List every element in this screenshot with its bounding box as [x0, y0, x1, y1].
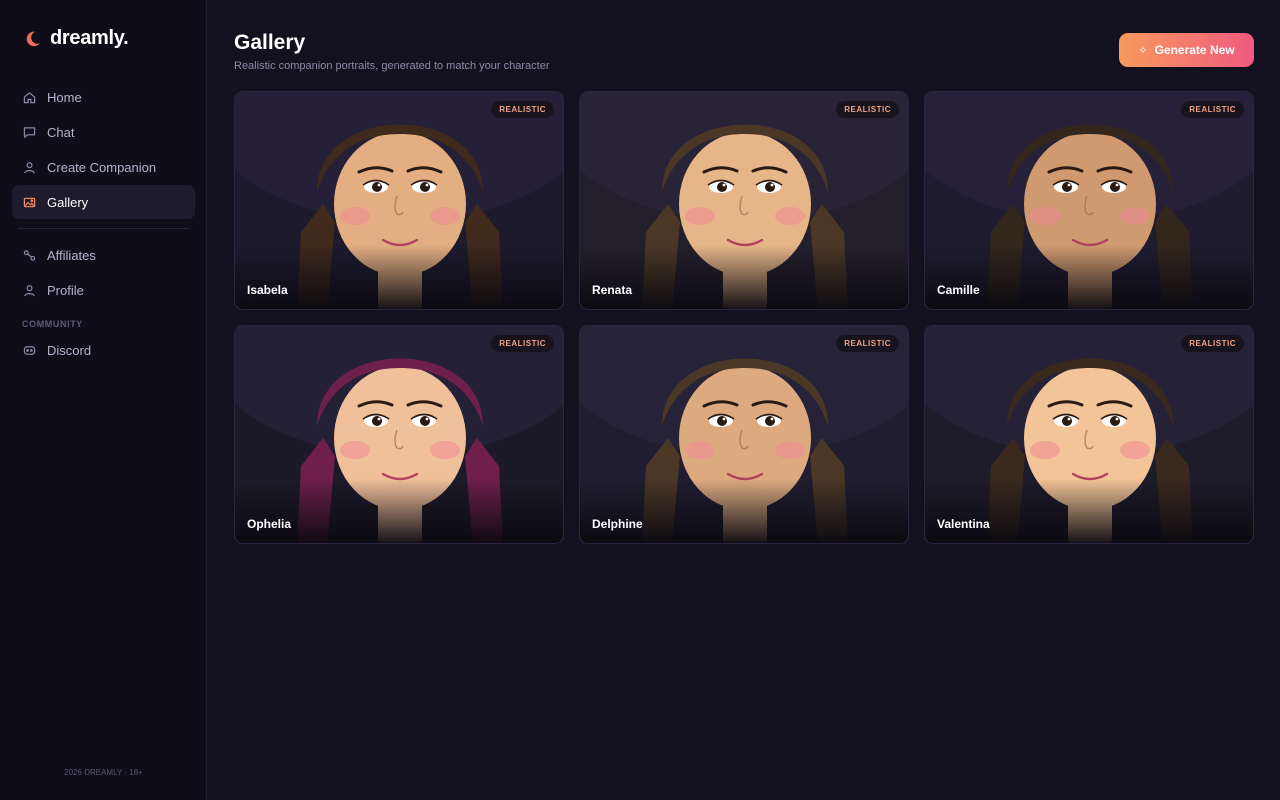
- sidebar-item-gallery[interactable]: Gallery: [12, 185, 195, 219]
- cheek-right: [430, 207, 460, 225]
- gallery-card[interactable]: REALISTIC Camille: [924, 91, 1254, 310]
- pupil: [1110, 182, 1120, 192]
- companion-name: Delphine: [592, 517, 643, 531]
- sidebar-item-chat[interactable]: Chat: [12, 115, 195, 149]
- brand-name: dreamly.: [50, 27, 129, 49]
- gallery-card[interactable]: REALISTIC Ophelia: [234, 325, 564, 544]
- cheek-right: [430, 441, 460, 459]
- eye-highlight: [1067, 417, 1071, 421]
- eye-highlight: [425, 183, 429, 187]
- sidebar-footer: 2026 DREAMLY · 18+: [64, 768, 143, 777]
- page-title: Gallery: [234, 31, 306, 54]
- gallery-card[interactable]: REALISTIC Valentina: [924, 325, 1254, 544]
- card-shade: [925, 245, 1253, 309]
- sidebar-item-label: Affiliates: [47, 247, 96, 263]
- sidebar-item-affiliates[interactable]: Affiliates: [12, 238, 195, 272]
- eye-highlight: [722, 183, 726, 187]
- cheek-right: [775, 207, 805, 225]
- generate-new-label: Generate New: [1154, 43, 1235, 57]
- pupil: [1062, 182, 1072, 192]
- card-shade: [580, 245, 908, 309]
- pupil: [1110, 416, 1120, 426]
- chat-icon: [23, 126, 36, 138]
- pupil: [372, 182, 382, 192]
- sidebar-divider: [18, 228, 189, 229]
- cheek-right: [775, 441, 805, 459]
- cheek-left: [1030, 207, 1060, 225]
- sparkle-icon: ✧: [1138, 44, 1148, 57]
- sidebar-nav: Home Chat Create Companion Gallery Affil…: [12, 80, 195, 368]
- pupil: [765, 182, 775, 192]
- discord-icon: [23, 345, 36, 355]
- pupil: [717, 182, 727, 192]
- card-shade: [925, 479, 1253, 543]
- card-shade: [235, 479, 563, 543]
- pupil: [1062, 416, 1072, 426]
- sidebar-item-label: Create Companion: [47, 159, 157, 175]
- realistic-badge: REALISTIC: [1181, 335, 1244, 352]
- sidebar-item-create-companion[interactable]: Create Companion: [12, 150, 195, 184]
- eye-highlight: [1115, 417, 1119, 421]
- pupil: [420, 416, 430, 426]
- realistic-badge: REALISTIC: [836, 335, 899, 352]
- cheek-left: [340, 207, 370, 225]
- realistic-badge: REALISTIC: [1181, 101, 1244, 118]
- gallery-card[interactable]: REALISTIC Delphine: [579, 325, 909, 544]
- card-shade: [235, 245, 563, 309]
- sidebar-item-label: Profile: [47, 282, 84, 298]
- companion-name: Camille: [937, 283, 980, 297]
- pupil: [372, 416, 382, 426]
- generate-new-button[interactable]: ✧ Generate New: [1119, 33, 1254, 67]
- cheek-right: [1120, 207, 1150, 225]
- realistic-badge: REALISTIC: [491, 335, 554, 352]
- user-icon: [24, 161, 35, 173]
- eye-highlight: [377, 183, 381, 187]
- cheek-left: [685, 441, 715, 459]
- eye-highlight: [722, 417, 726, 421]
- cheek-left: [340, 441, 370, 459]
- eye-highlight: [770, 417, 774, 421]
- moon-icon: [26, 31, 40, 46]
- pupil: [717, 416, 727, 426]
- home-icon: [23, 91, 36, 103]
- image-icon: [23, 197, 36, 207]
- eye-highlight: [1115, 183, 1119, 187]
- card-shade: [580, 479, 908, 543]
- companion-name: Ophelia: [247, 517, 292, 531]
- cheek-left: [685, 207, 715, 225]
- sidebar-item-label: Home: [47, 89, 82, 105]
- sidebar-section-community: COMMUNITY: [22, 319, 83, 329]
- sidebar-item-label: Discord: [47, 342, 92, 358]
- sidebar-item-home[interactable]: Home: [12, 80, 195, 114]
- link-icon: [23, 249, 36, 261]
- pupil: [765, 416, 775, 426]
- sidebar-item-label: Chat: [47, 124, 75, 140]
- companion-name: Isabela: [247, 283, 288, 297]
- user-icon: [24, 284, 35, 296]
- realistic-badge: REALISTIC: [491, 101, 554, 118]
- pupil: [420, 182, 430, 192]
- page-subtitle: Realistic companion portraits, generated…: [234, 60, 550, 72]
- eye-highlight: [425, 417, 429, 421]
- companion-name: Renata: [592, 283, 633, 297]
- cheek-left: [1030, 441, 1060, 459]
- sidebar-item-label: Gallery: [47, 194, 89, 210]
- eye-highlight: [377, 417, 381, 421]
- realistic-badge: REALISTIC: [836, 101, 899, 118]
- gallery-card[interactable]: REALISTIC Isabela: [234, 91, 564, 310]
- companion-name: Valentina: [937, 517, 990, 531]
- sidebar-item-profile[interactable]: Profile: [12, 273, 195, 307]
- gallery-grid: REALISTIC Isabela REALISTIC Renata REALI…: [234, 91, 1254, 544]
- brand-logo[interactable]: dreamly.: [24, 27, 129, 50]
- sidebar: dreamly. Home Chat Create Companion Gall…: [0, 0, 207, 800]
- cheek-right: [1120, 441, 1150, 459]
- sidebar-item-discord[interactable]: Discord: [12, 333, 195, 367]
- eye-highlight: [1067, 183, 1071, 187]
- eye-highlight: [770, 183, 774, 187]
- gallery-card[interactable]: REALISTIC Renata: [579, 91, 909, 310]
